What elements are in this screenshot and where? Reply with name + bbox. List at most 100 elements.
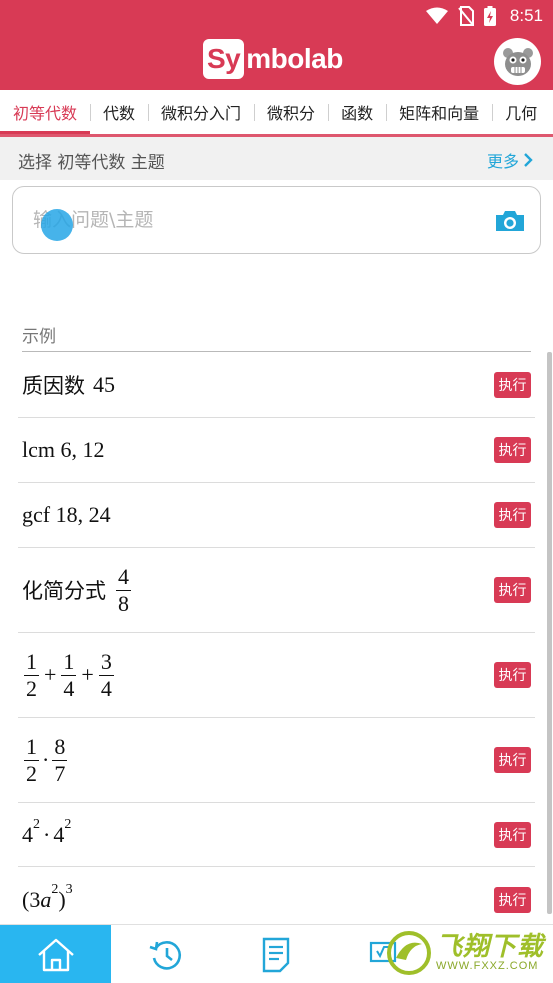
run-button[interactable]: 执行 [494,437,531,463]
example-prefix: 化简分式 [22,579,106,603]
fraction: 87 [52,735,68,786]
tab-pre-calculus[interactable]: 微积分入门 [148,90,254,134]
search-input[interactable] [33,209,473,231]
status-time: 8:51 [509,6,543,25]
tab-geometry[interactable]: 几何 [492,90,550,134]
logo-text: mbolab [246,43,343,74]
watermark-url: WWW.FXXZ.COM [436,959,539,972]
example-text: gcf 18, 24 [22,502,111,527]
numerator: 3 [98,648,114,676]
monster-avatar-icon [502,47,533,76]
example-row-simplify-fraction[interactable]: 化简分式 4 8 执行 [18,548,535,633]
tab-matrices-vectors[interactable]: 矩阵和向量 [386,90,492,134]
numerator: 4 [116,563,131,591]
logo-sy: Sy [207,43,241,74]
exponent: 2 [64,816,72,832]
camera-icon[interactable] [494,209,526,233]
numerator: 1 [24,733,39,761]
search-box [12,186,541,254]
example-row-fraction-product[interactable]: 12 · 87 执行 [18,718,535,803]
example-expression: (3 a 2) 3 [18,882,73,913]
example-expression: 化简分式 4 8 [18,563,133,616]
examples-list: 质因数 45 执行 lcm 6, 12 执行 gcf 18, 24 执行 化简分… [18,352,535,933]
example-row-fraction-sum[interactable]: 12 + 14 + 34 执行 [18,633,535,718]
watermark-logo-icon [387,930,431,975]
close-group: ) [58,887,66,912]
topic-bar: 选择 初等代数 主题 更多 [0,137,553,180]
plus-operator: + [81,662,94,687]
tab-functions[interactable]: 函数 [328,90,386,134]
example-expression: 12 · 87 [18,733,69,786]
topic-label: 选择 初等代数 主题 [18,153,165,173]
home-icon [37,938,74,971]
logo-box: Sy [203,39,245,79]
base: 4 [22,821,33,847]
example-expression: 质因数 45 [18,370,115,400]
tab-algebra[interactable]: 代数 [90,90,148,134]
topic-tabs: 初等代数 代数 微积分入门 微积分 函数 矩阵和向量 几何 [0,90,553,134]
denominator: 8 [118,590,129,616]
open-group: (3 [22,887,41,912]
examples-title: 示例 [22,327,56,347]
more-label: 更多 [486,152,519,171]
denominator: 4 [100,675,112,701]
numerator: 1 [24,648,39,676]
site-watermark: 飞翔下载 WWW.FXXZ.COM [386,922,553,983]
app-header: Sy mbolab [0,34,553,90]
denominator: 7 [54,760,66,786]
dot-operator: · [43,821,51,847]
nav-history[interactable] [111,925,221,983]
wifi-icon [425,7,448,24]
notebook-icon [262,937,290,972]
plus-operator: + [44,662,57,687]
run-button[interactable]: 执行 [494,577,531,603]
example-text: lcm 6, 12 [22,437,105,462]
denominator: 2 [26,675,37,701]
fraction: 4 8 [116,563,131,616]
history-icon [149,940,182,970]
example-row-lcm[interactable]: lcm 6, 12 执行 [18,418,535,483]
example-row-gcf[interactable]: gcf 18, 24 执行 [18,483,535,548]
chevron-right-icon [524,153,533,167]
tab-calculus[interactable]: 微积分 [254,90,328,134]
run-button[interactable]: 执行 [494,502,531,528]
example-text: 45 [93,371,115,397]
fraction: 12 [24,733,39,786]
run-button[interactable]: 执行 [494,747,531,773]
denominator: 2 [26,760,37,786]
run-button[interactable]: 执行 [494,662,531,688]
more-topics-link[interactable]: 更多 [487,148,533,172]
scrollbar[interactable] [547,352,552,914]
denominator: 4 [63,675,75,701]
fraction: 34 [98,648,114,701]
no-sim-icon [458,6,474,26]
nav-notebook[interactable] [221,925,331,983]
tab-elementary-algebra[interactable]: 初等代数 [0,90,91,134]
example-row-power-product[interactable]: 42 · 42 执行 [18,803,535,867]
watermark-text-block: 飞翔下载 WWW.FXXZ.COM [436,934,544,972]
dot-operator: · [42,747,50,772]
watermark-title: 飞翔下载 [436,931,545,962]
variable: a [40,887,52,912]
status-icons: 8:51 [425,5,543,27]
fraction: 14 [61,648,77,701]
example-expression: lcm 6, 12 [18,437,105,463]
user-avatar[interactable] [494,38,541,85]
example-expression: 12 + 14 + 34 [18,648,116,701]
run-button[interactable]: 执行 [494,821,531,848]
numerator: 1 [61,648,77,676]
run-button[interactable]: 执行 [494,371,531,398]
touch-indicator [41,209,73,241]
example-prefix: 质因数 [22,373,85,398]
run-button[interactable]: 执行 [494,887,531,913]
status-bar: 8:51 [0,0,553,34]
example-row-prime-factor[interactable]: 质因数 45 执行 [18,352,535,418]
example-expression: 42 · 42 [18,817,71,848]
symbolab-logo[interactable]: Sy mbolab [203,39,343,79]
battery-charging-icon [483,6,496,26]
fraction: 12 [24,648,39,701]
exponent: 3 [65,882,73,897]
example-expression: gcf 18, 24 [18,502,111,528]
nav-home[interactable] [0,925,111,983]
base: 4 [53,821,65,847]
